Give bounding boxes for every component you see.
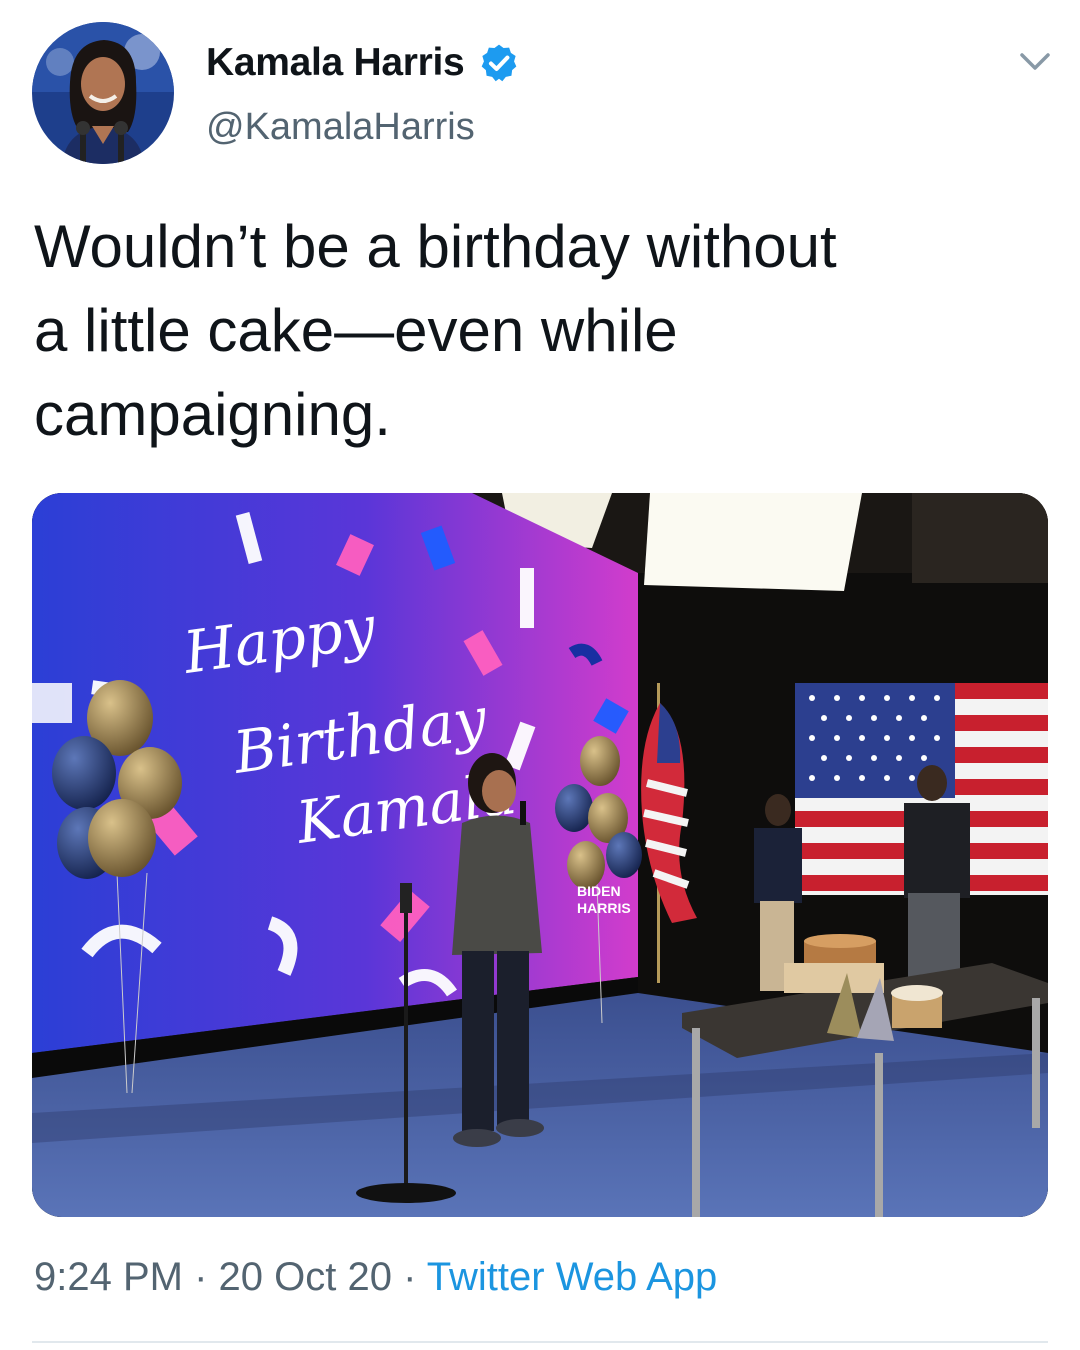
author-name-row[interactable]: Kamala Harris bbox=[206, 38, 520, 88]
chevron-down-icon[interactable] bbox=[1018, 50, 1052, 74]
tweet-card: Kamala Harris @KamalaHarris Wouldn’t be … bbox=[0, 0, 1080, 1350]
birthday-photo: Happy Birthday Kamala BIDEN HARRIS bbox=[32, 493, 1048, 1217]
tweet-text: Wouldn’t be a birthday without a little … bbox=[34, 213, 837, 448]
tweet-date[interactable]: 20 Oct 20 bbox=[219, 1255, 392, 1299]
avatar[interactable] bbox=[32, 22, 174, 164]
meta-separator: · bbox=[391, 1255, 427, 1299]
campaign-sign-bottom: HARRIS bbox=[577, 900, 631, 916]
tweet-time[interactable]: 9:24 PM bbox=[34, 1255, 183, 1299]
verified-badge-icon bbox=[478, 42, 520, 84]
tweet-meta: 9:24 PM · 20 Oct 20 · Twitter Web App bbox=[34, 1255, 717, 1300]
avatar-image bbox=[32, 22, 174, 164]
display-name[interactable]: Kamala Harris bbox=[206, 41, 465, 85]
studio-light bbox=[644, 493, 862, 591]
cupcakes bbox=[891, 985, 943, 1028]
meta-separator: · bbox=[182, 1255, 219, 1299]
user-handle[interactable]: @KamalaHarris bbox=[206, 106, 475, 149]
campaign-sign-top: BIDEN bbox=[577, 883, 621, 899]
tweet-photo[interactable]: Happy Birthday Kamala BIDEN HARRIS bbox=[32, 493, 1048, 1217]
divider bbox=[32, 1341, 1048, 1343]
tweet-source-link[interactable]: Twitter Web App bbox=[427, 1255, 718, 1299]
